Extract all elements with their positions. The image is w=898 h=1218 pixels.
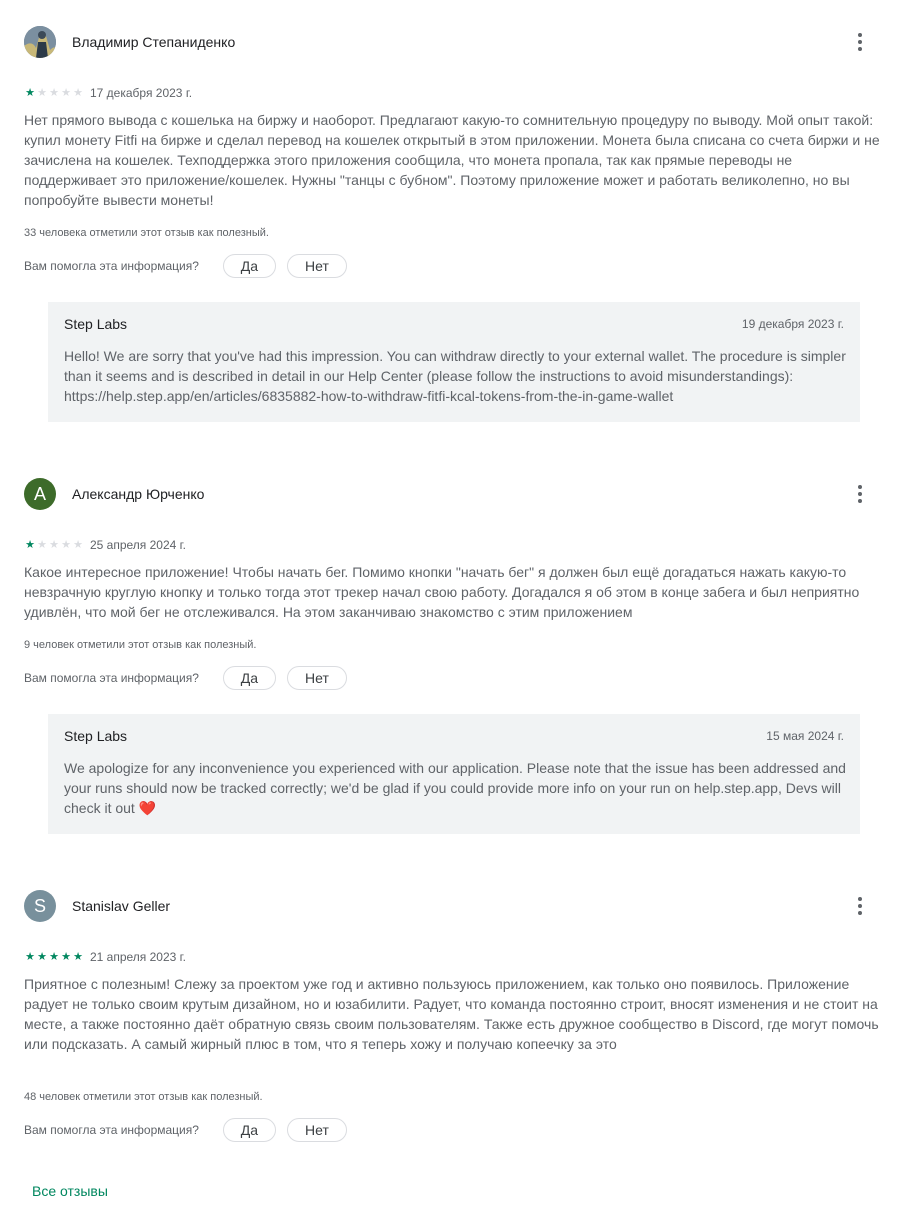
star-icon: ★ — [49, 951, 59, 963]
star-icon: ★ — [37, 539, 47, 551]
reply-text: We apologize for any inconvenience you e… — [64, 760, 846, 816]
more-options-icon[interactable] — [850, 482, 870, 506]
star-icon: ★ — [61, 539, 71, 551]
star-icon: ★ — [37, 951, 47, 963]
no-button[interactable]: Нет — [286, 1118, 347, 1142]
avatar — [24, 26, 56, 58]
star-icon: ★ — [61, 951, 71, 963]
avatar: A — [24, 478, 56, 510]
rating-row: ★ ★ ★ ★ ★ 17 декабря 2023 г. — [24, 86, 192, 100]
star-icon: ★ — [73, 87, 83, 99]
review-text: Приятное с полезным! Слежу за проектом у… — [24, 976, 879, 1052]
developer-reply: Step Labs 15 мая 2024 г. We apologize fo… — [48, 714, 860, 834]
reply-date: 19 декабря 2023 г. — [741, 317, 844, 331]
helpful-question-row: Вам помогла эта информация? Да Нет — [24, 1118, 358, 1142]
review-text: Нет прямого вывода с кошелька на биржу и… — [24, 112, 880, 208]
star-icon: ★ — [49, 539, 59, 551]
review-header: S Stanislav Geller — [24, 890, 170, 922]
review-date: 21 апреля 2023 г. — [90, 950, 186, 964]
helpful-question-row: Вам помогла эта информация? Да Нет — [24, 666, 358, 690]
helpful-count: 33 человека отметили этот отзыв как поле… — [24, 227, 269, 239]
developer-name: Step Labs — [64, 728, 128, 744]
star-icon: ★ — [25, 539, 35, 551]
review-date: 25 апреля 2024 г. — [90, 538, 186, 552]
yes-button[interactable]: Да — [222, 666, 276, 690]
star-icon: ★ — [61, 87, 71, 99]
star-icon: ★ — [37, 87, 47, 99]
reply-text-container: We apologize for any inconvenience you e… — [64, 758, 854, 818]
helpful-question: Вам помогла эта информация? — [24, 1123, 199, 1137]
review-header: A Александр Юрченко — [24, 478, 204, 510]
developer-name: Step Labs — [64, 316, 128, 332]
avatar: S — [24, 890, 56, 922]
avatar-photo-icon — [24, 26, 56, 58]
star-icon: ★ — [49, 87, 59, 99]
helpful-question-row: Вам помогла эта информация? Да Нет — [24, 254, 358, 278]
helpful-count: 9 человек отметили этот отзыв как полезн… — [24, 639, 257, 651]
star-icon: ★ — [73, 951, 83, 963]
no-button[interactable]: Нет — [286, 254, 347, 278]
helpful-question: Вам помогла эта информация? — [24, 671, 199, 685]
star-rating: ★ ★ ★ ★ ★ — [24, 87, 84, 99]
yes-button[interactable]: Да — [222, 1118, 276, 1142]
all-reviews-link[interactable]: Все отзывы — [32, 1183, 108, 1199]
author-name: Stanislav Geller — [72, 898, 171, 914]
star-icon: ★ — [25, 87, 35, 99]
reply-date: 15 мая 2024 г. — [766, 729, 844, 743]
author-name: Александр Юрченко — [72, 486, 205, 502]
review-header: Владимир Степаниденко — [24, 26, 235, 58]
review-text: Какое интересное приложение! Чтобы начат… — [24, 564, 860, 620]
rating-row: ★ ★ ★ ★ ★ 21 апреля 2023 г. — [24, 950, 186, 964]
yes-button[interactable]: Да — [222, 254, 276, 278]
star-rating: ★ ★ ★ ★ ★ — [24, 951, 84, 963]
star-icon: ★ — [73, 539, 83, 551]
review-date: 17 декабря 2023 г. — [90, 86, 193, 100]
rating-row: ★ ★ ★ ★ ★ 25 апреля 2024 г. — [24, 538, 186, 552]
heart-emoji-icon: ❤️ — [138, 800, 157, 816]
helpful-question: Вам помогла эта информация? — [24, 259, 199, 273]
reply-text: Hello! We are sorry that you've had this… — [64, 348, 846, 404]
more-options-icon[interactable] — [850, 30, 870, 54]
developer-reply: Step Labs 19 декабря 2023 г. Hello! We a… — [48, 302, 860, 422]
author-name: Владимир Степаниденко — [72, 34, 236, 50]
star-rating: ★ ★ ★ ★ ★ — [24, 539, 84, 551]
no-button[interactable]: Нет — [286, 666, 347, 690]
more-options-icon[interactable] — [850, 894, 870, 918]
helpful-count: 48 человек отметили этот отзыв как полез… — [24, 1091, 263, 1103]
star-icon: ★ — [25, 951, 35, 963]
